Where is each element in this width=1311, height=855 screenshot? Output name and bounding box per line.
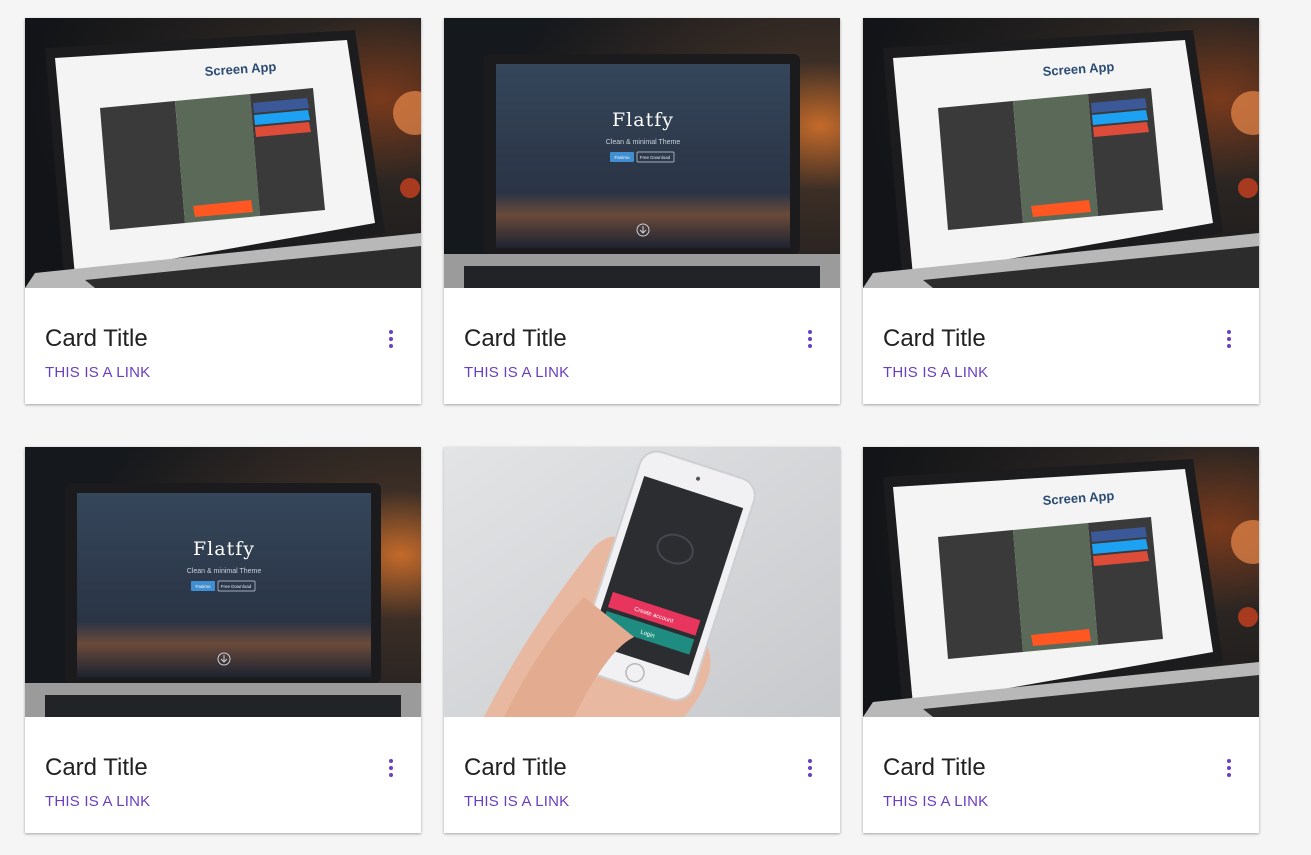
flatfy-title: Flatfy [612,109,674,131]
card: Create account Login Card Title THIS IS … [444,447,840,833]
card-title: Card Title [464,325,567,352]
card-link[interactable]: THIS IS A LINK [883,793,988,811]
flatfy-title: Flatfy [193,538,255,560]
card: Flatfy Clean & minimal Theme Fanimo Free… [444,18,840,404]
more-vert-icon[interactable] [383,758,399,778]
card-title: Card Title [883,325,986,352]
more-vert-icon[interactable] [1221,329,1237,349]
more-vert-icon[interactable] [802,758,818,778]
card-image-flatfy[interactable]: Flatfy Clean & minimal Theme Fanimo Free… [25,447,421,717]
more-vert-icon[interactable] [383,329,399,349]
svg-text:Fanimo: Fanimo [195,584,211,589]
svg-text:Free Download: Free Download [640,155,671,160]
card-link[interactable]: THIS IS A LINK [883,364,988,382]
card-link[interactable]: THIS IS A LINK [464,793,569,811]
card-title: Card Title [464,754,567,781]
card-link[interactable]: THIS IS A LINK [45,793,150,811]
more-vert-icon[interactable] [1221,758,1237,778]
card-title: Card Title [45,325,148,352]
card-title: Card Title [883,754,986,781]
card: Screen App Card Title THIS IS A LINK [863,18,1259,404]
card-image-flatfy[interactable]: Flatfy Clean & minimal Theme Fanimo Free… [444,18,840,288]
card-image-phone[interactable]: Create account Login [444,447,840,717]
card-image-screen-app[interactable]: Screen App [25,18,421,288]
card: Screen App Card Title THIS IS A LINK [863,447,1259,833]
card-link[interactable]: THIS IS A LINK [464,364,569,382]
card-title: Card Title [45,754,148,781]
card-image-screen-app[interactable]: Screen App [863,18,1259,288]
card: Flatfy Clean & minimal Theme Fanimo Free… [25,447,421,833]
card-link[interactable]: THIS IS A LINK [45,364,150,382]
svg-text:Free Download: Free Download [221,584,252,589]
card: Screen App Card Title THIS IS A LINK [25,18,421,404]
svg-text:Fanimo: Fanimo [614,155,630,160]
card-image-screen-app[interactable]: Screen App [863,447,1259,717]
flatfy-subtitle: Clean & minimal Theme [187,568,262,575]
flatfy-subtitle: Clean & minimal Theme [606,139,681,146]
more-vert-icon[interactable] [802,329,818,349]
